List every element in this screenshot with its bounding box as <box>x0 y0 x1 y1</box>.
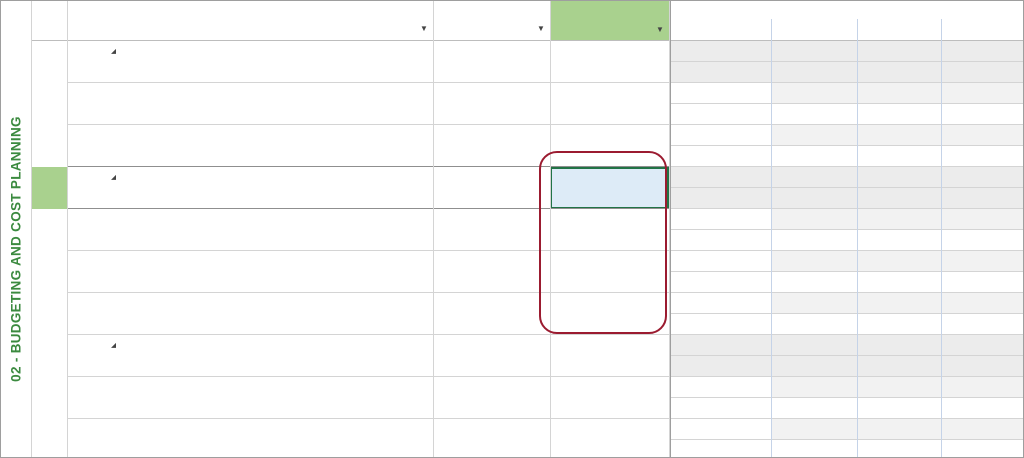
row-divider <box>67 418 669 419</box>
timescale-summary-band <box>771 62 1023 83</box>
row-divider <box>67 124 669 125</box>
detail-divider <box>669 397 1023 398</box>
timescale-band <box>771 419 1023 440</box>
detail-divider <box>669 103 1023 104</box>
row-divider <box>67 82 669 83</box>
detail-divider <box>669 271 1023 272</box>
collapse-triangle-icon[interactable]: ◢ <box>111 341 116 349</box>
timescale-summary-band <box>669 335 1023 356</box>
column-divider <box>433 1 434 457</box>
task-name-dropdown-icon[interactable]: ▼ <box>420 24 428 33</box>
header-divider <box>31 40 1023 41</box>
project-gantt-view: 02 - BUDGETING AND COST PLANNING ▼ ▼ ▼ ◢ ◢ ◢ <box>0 0 1024 458</box>
row-divider <box>67 208 669 209</box>
budget-cost-dropdown-icon[interactable]: ▼ <box>537 24 545 33</box>
timescale-summary-band <box>669 167 1023 188</box>
timescale-summary-band <box>771 188 1023 209</box>
detail-divider <box>669 313 1023 314</box>
split-bar[interactable] <box>670 1 671 457</box>
timescale-divider <box>941 19 942 457</box>
timescale-band <box>771 83 1023 104</box>
column-divider <box>31 1 32 457</box>
detail-divider <box>669 355 1023 356</box>
timescale-band <box>771 125 1023 146</box>
row-divider <box>67 250 669 251</box>
cost-header-bg <box>550 1 669 41</box>
collapse-triangle-icon[interactable]: ◢ <box>111 173 116 181</box>
row-divider <box>67 292 669 293</box>
collapse-triangle-icon[interactable]: ◢ <box>111 47 116 55</box>
timescale-summary-band <box>771 356 1023 377</box>
timescale-band <box>771 251 1023 272</box>
selected-row-id-bg <box>31 167 67 209</box>
view-bar-text: 02 - BUDGETING AND COST PLANNING <box>8 116 24 382</box>
cost-dropdown-icon[interactable]: ▼ <box>656 25 664 34</box>
selected-cost-cell[interactable] <box>550 167 669 209</box>
column-divider <box>550 1 551 457</box>
row-divider <box>67 334 669 335</box>
timescale-divider <box>857 19 858 457</box>
timescale-summary-band <box>669 356 771 377</box>
detail-divider <box>669 229 1023 230</box>
detail-divider <box>669 439 1023 440</box>
timescale-divider <box>771 19 772 457</box>
row-divider <box>67 376 669 377</box>
timescale-summary-band <box>669 41 1023 62</box>
column-divider <box>67 1 68 457</box>
detail-divider <box>669 61 1023 62</box>
detail-divider <box>669 145 1023 146</box>
timescale-summary-band <box>669 188 771 209</box>
view-bar-label: 02 - BUDGETING AND COST PLANNING <box>1 41 31 457</box>
timescale-summary-band <box>669 62 771 83</box>
detail-divider <box>669 187 1023 188</box>
timescale-band <box>771 377 1023 398</box>
timescale-band <box>771 293 1023 314</box>
timescale-band <box>771 209 1023 230</box>
